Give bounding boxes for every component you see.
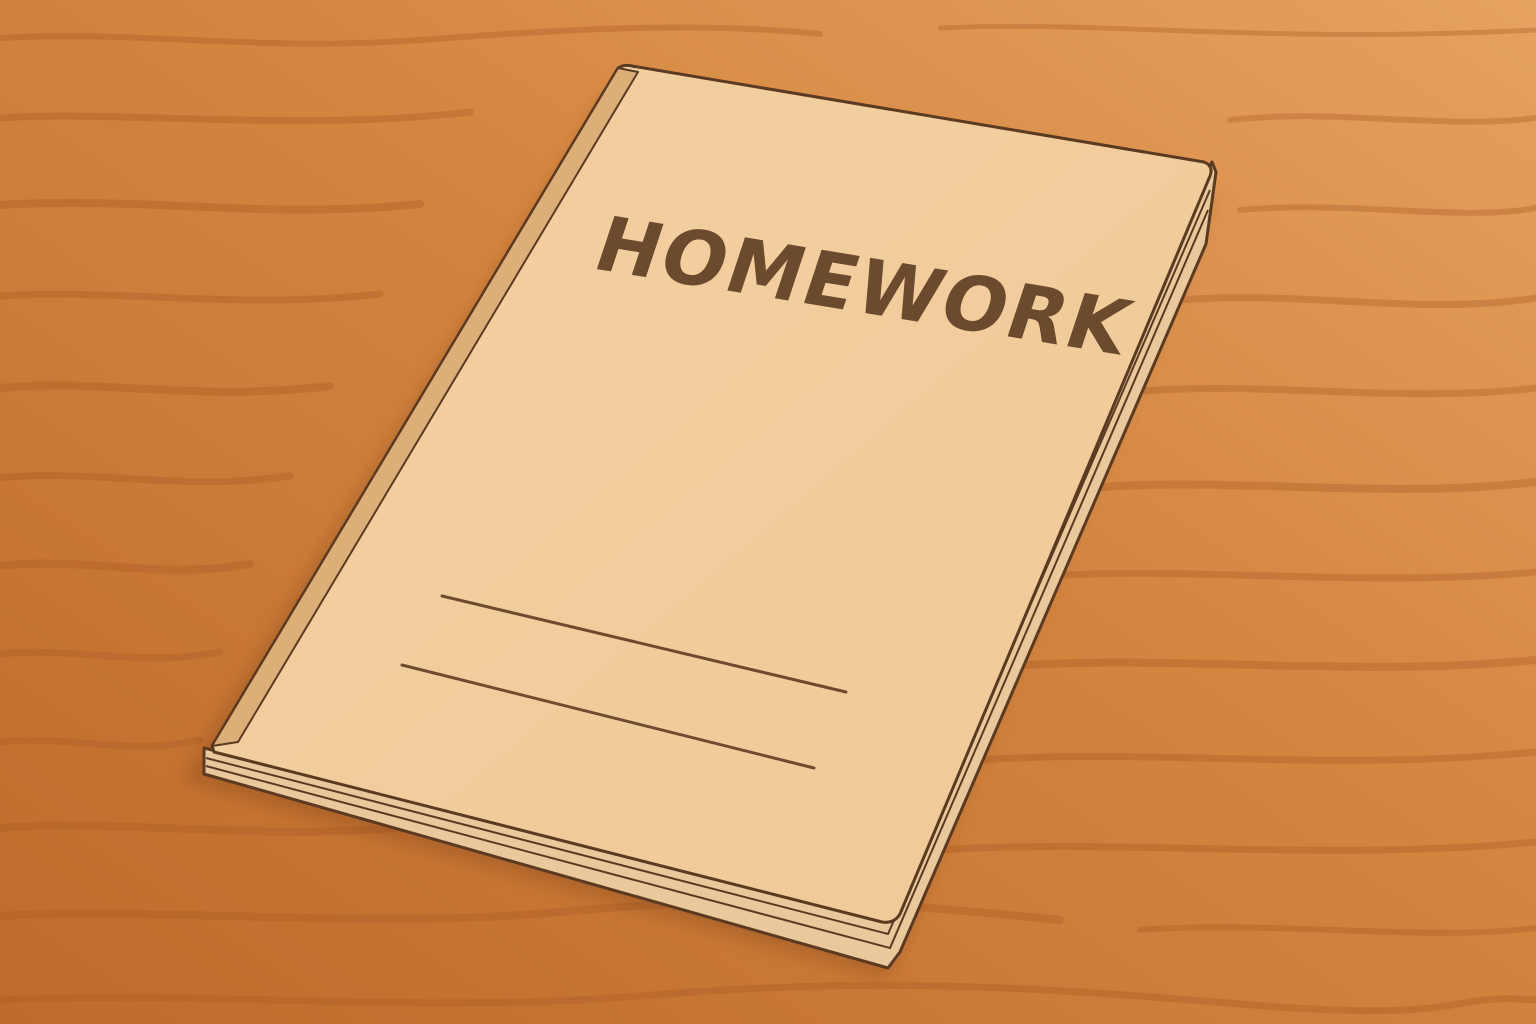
desk-scene: HOMEWORK [0, 0, 1536, 1024]
